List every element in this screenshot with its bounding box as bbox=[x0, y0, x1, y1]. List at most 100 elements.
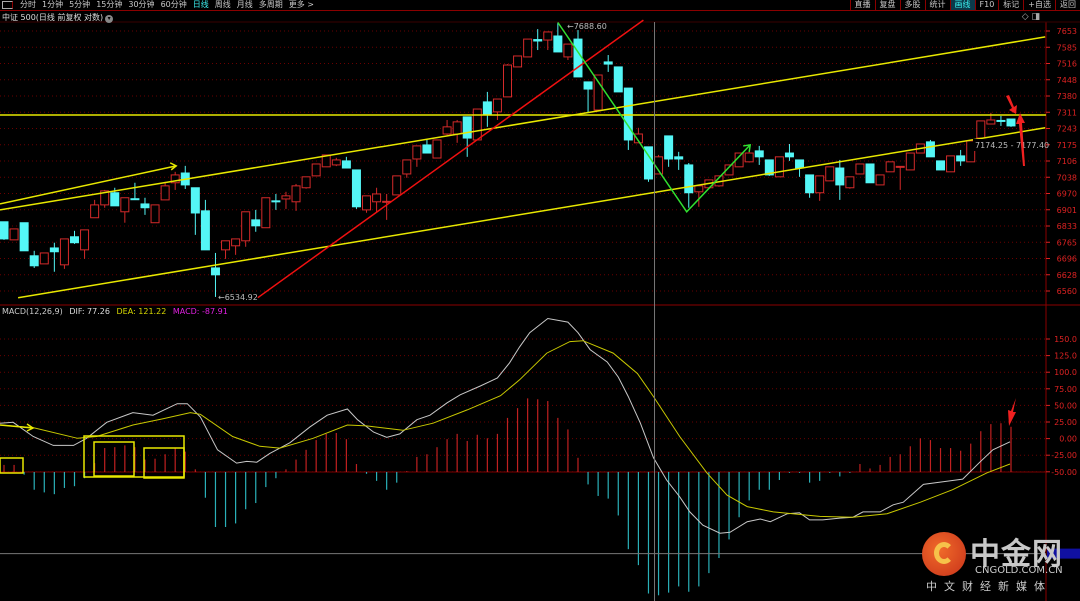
macd-tick-label: 0.00 bbox=[1059, 435, 1077, 444]
period-tab[interactable]: 60分钟 bbox=[158, 0, 190, 10]
candle-up bbox=[563, 43, 573, 58]
candle-up bbox=[90, 204, 100, 219]
price-tick-label: 6628 bbox=[1057, 271, 1077, 280]
candle-down bbox=[835, 167, 845, 186]
panel-toggle-icon[interactable]: ◨ bbox=[1031, 12, 1040, 22]
candle-up bbox=[885, 161, 895, 173]
candle-up bbox=[875, 174, 885, 186]
candle-down bbox=[271, 200, 281, 203]
candle-up bbox=[412, 145, 422, 160]
candle-down bbox=[130, 198, 140, 201]
macd-tick-label: -50.00 bbox=[1051, 468, 1077, 477]
candle-down bbox=[795, 159, 805, 169]
candle-down bbox=[805, 174, 815, 194]
candle-down bbox=[533, 39, 543, 42]
red-trend-line bbox=[257, 19, 644, 299]
period-tab[interactable]: 多周期 bbox=[256, 0, 286, 10]
layout-toggle-icon[interactable] bbox=[2, 1, 13, 9]
period-tab[interactable]: 15分钟 bbox=[93, 0, 125, 10]
macd-tick-label: 100.0 bbox=[1054, 368, 1077, 377]
tool-button[interactable]: 画线 bbox=[949, 0, 975, 10]
candle-up bbox=[845, 176, 855, 189]
price-tick-label: 6696 bbox=[1057, 255, 1077, 264]
candle-down bbox=[664, 135, 674, 160]
high-price-label: ←7688.60 bbox=[567, 22, 607, 31]
candle-up bbox=[231, 238, 241, 247]
candle-down bbox=[936, 160, 946, 171]
candle-up bbox=[442, 126, 452, 135]
red-arrow-icon bbox=[1006, 95, 1017, 114]
watermark-sub: 中文财经新媒体 bbox=[926, 580, 1052, 593]
tool-button[interactable]: +自选 bbox=[1023, 0, 1055, 10]
candle-up bbox=[9, 228, 19, 241]
period-tab[interactable]: 更多 > bbox=[286, 0, 317, 10]
candle-down bbox=[925, 141, 935, 158]
price-tick-label: 6970 bbox=[1057, 190, 1077, 199]
period-tab[interactable]: 周线 bbox=[212, 0, 234, 10]
macd-tick-label: -25.00 bbox=[1051, 451, 1077, 460]
candle-up bbox=[362, 195, 372, 211]
tool-button[interactable]: F10 bbox=[974, 0, 999, 10]
tool-button[interactable]: 直播 bbox=[849, 0, 875, 10]
candle-up bbox=[150, 204, 160, 224]
chart-tools: ◇ ◨ bbox=[1022, 12, 1040, 22]
candle-up bbox=[905, 152, 915, 171]
macd-value: MACD: -87.91 bbox=[172, 307, 228, 316]
candle-up bbox=[503, 64, 512, 98]
tool-button[interactable]: 标记 bbox=[998, 0, 1023, 10]
price-tick-label: 7448 bbox=[1057, 76, 1077, 85]
tool-button[interactable]: 统计 bbox=[924, 0, 950, 10]
candle-up bbox=[513, 55, 523, 68]
cngold-logo-icon bbox=[922, 532, 966, 576]
candle-up bbox=[372, 193, 382, 203]
period-tab[interactable]: 月线 bbox=[234, 0, 256, 10]
tool-button[interactable]: 复盘 bbox=[874, 0, 900, 10]
period-tab[interactable]: 分时 bbox=[17, 0, 39, 10]
macd-tick-label: 125.0 bbox=[1054, 352, 1077, 361]
candle-up bbox=[774, 156, 784, 178]
index-title: 中证 500(日线 前复权 对数) bbox=[2, 13, 104, 22]
price-tick-label: 7175 bbox=[1057, 141, 1077, 150]
lower-channel-line bbox=[17, 127, 1046, 299]
candle-up bbox=[402, 159, 412, 175]
candle-up bbox=[120, 197, 130, 213]
price-tick-label: 7106 bbox=[1057, 157, 1077, 166]
price-tick-label: 7585 bbox=[1057, 43, 1077, 52]
candle-down bbox=[49, 247, 59, 253]
candle-down bbox=[1006, 118, 1016, 127]
period-tab[interactable]: 1分钟 bbox=[39, 0, 66, 10]
candle-up bbox=[472, 108, 482, 141]
chart-title: 中证 500(日线 前复权 对数) ▾ bbox=[2, 12, 114, 23]
macd-tick-label: 150.0 bbox=[1054, 335, 1077, 344]
candle-down bbox=[190, 187, 200, 214]
dif-line bbox=[0, 317, 1011, 534]
price-tick-label: 6901 bbox=[1057, 206, 1077, 215]
diamond-icon[interactable]: ◇ bbox=[1022, 12, 1029, 22]
period-tab[interactable]: 5分钟 bbox=[66, 0, 93, 10]
candle-down bbox=[603, 61, 613, 65]
low-price-label: ←6534.92 bbox=[218, 293, 258, 302]
candle-down bbox=[110, 192, 120, 207]
candle-down bbox=[573, 38, 583, 78]
period-tab[interactable]: 日线 bbox=[190, 0, 212, 10]
candle-down bbox=[251, 219, 261, 227]
candle-down bbox=[784, 152, 794, 158]
candle-down bbox=[684, 164, 694, 194]
chevron-down-icon[interactable]: ▾ bbox=[105, 15, 114, 23]
candle-up bbox=[744, 152, 754, 163]
candle-up bbox=[261, 197, 271, 229]
macd-name[interactable]: MACD(12,26,9) bbox=[2, 307, 63, 316]
candle-up bbox=[815, 175, 825, 194]
period-tab[interactable]: 30分钟 bbox=[125, 0, 157, 10]
candle-up bbox=[694, 185, 704, 193]
dea-line bbox=[0, 340, 1011, 518]
candle-down bbox=[674, 156, 684, 160]
tool-button[interactable]: 返回 bbox=[1055, 0, 1080, 10]
candle-up bbox=[432, 139, 442, 159]
candle-up bbox=[241, 211, 251, 242]
kline-chart[interactable]: 7653 7585 7516 7448 7380 7311 7243 7175 7106 7038… bbox=[0, 0, 1080, 601]
candle-down bbox=[210, 267, 220, 276]
candle-down bbox=[69, 236, 79, 244]
tool-button[interactable]: 多股 bbox=[899, 0, 925, 10]
dif-value: DIF: 77.26 bbox=[69, 307, 110, 316]
